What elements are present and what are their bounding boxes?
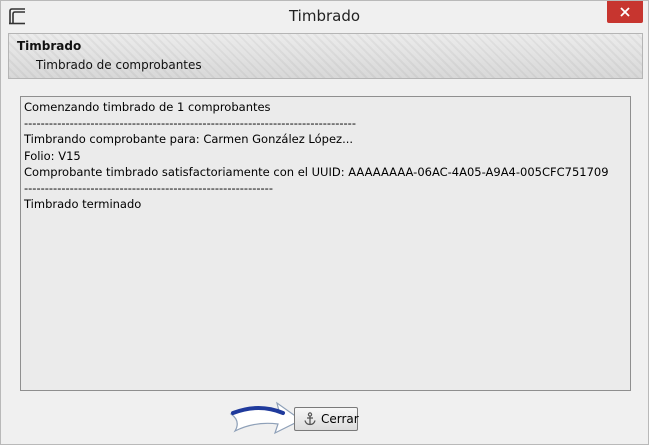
header-panel: Timbrado Timbrado de comprobantes (8, 33, 643, 79)
log-line: Timbrando comprobante para: Carmen Gonzá… (24, 132, 354, 147)
log-line: Comprobante timbrado satisfactoriamente … (24, 164, 609, 179)
close-icon (620, 7, 630, 17)
close-button[interactable] (607, 1, 643, 23)
log-line: ----------------------------------------… (24, 116, 356, 131)
log-line: Timbrado terminado (24, 197, 142, 212)
anchor-icon (304, 412, 316, 426)
timbrado-dialog: Timbrado Timbrado Timbrado de comprobant… (0, 0, 649, 445)
log-line: ----------------------------------------… (24, 180, 273, 195)
log-line: Comenzando timbrado de 1 comprobantes (24, 100, 271, 114)
header-subtitle: Timbrado de comprobantes (36, 58, 202, 72)
window-title: Timbrado (288, 7, 361, 25)
cerrar-label: Cerrar (321, 412, 359, 426)
cerrar-button[interactable]: Cerrar (294, 407, 359, 431)
header-title: Timbrado (17, 39, 82, 53)
log-output[interactable]: Comenzando timbrado de 1 comprobantes ---… (20, 96, 631, 391)
title-bar[interactable]: Timbrado (1, 1, 648, 32)
log-line: Folio: V15 (24, 148, 81, 163)
